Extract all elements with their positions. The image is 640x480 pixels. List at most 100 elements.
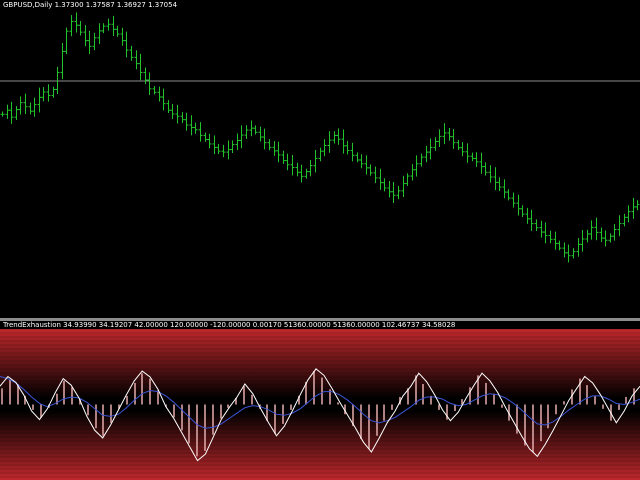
price-bar [580, 229, 585, 252]
histogram-bar [540, 404, 542, 442]
price-bar [193, 122, 198, 134]
price-bar [78, 21, 83, 36]
price-bar [576, 238, 581, 257]
price-bar [212, 135, 217, 155]
price-bar [318, 147, 323, 162]
price-bar [562, 242, 567, 258]
histogram-bar [485, 382, 487, 405]
price-bar [534, 219, 539, 232]
price-bar [226, 140, 231, 160]
price-bar [74, 12, 79, 33]
indicator-label: TrendExhaustion 34.93990 34.19207 42.000… [3, 321, 456, 329]
price-bar [557, 240, 562, 251]
price-bar [152, 85, 157, 95]
price-bar [594, 217, 599, 241]
price-bar [483, 162, 488, 176]
price-bar [502, 179, 507, 199]
histogram-bar [493, 393, 495, 405]
price-bar [488, 165, 493, 183]
histogram-bar [141, 373, 143, 405]
price-bar [5, 104, 10, 119]
price-bar [460, 142, 465, 157]
price-bar [216, 143, 221, 154]
price-bar [585, 229, 590, 243]
histogram-bar [71, 387, 73, 405]
symbol-label: GBPUSD,Daily [3, 1, 53, 9]
histogram-bar [563, 401, 565, 405]
price-bar [506, 189, 511, 201]
price-bar [635, 200, 640, 211]
price-bar [571, 248, 576, 259]
price-bar [129, 45, 134, 61]
histogram-bar [95, 404, 97, 429]
histogram-bar [1, 388, 3, 405]
price-bar [405, 173, 410, 186]
price-bar [64, 27, 69, 55]
histogram-bar [532, 404, 534, 452]
price-bar [525, 207, 530, 224]
price-bar [612, 223, 617, 241]
histogram-bar [290, 404, 292, 410]
price-bar [304, 168, 309, 179]
price-bar [14, 106, 19, 120]
price-bar [221, 144, 226, 158]
histogram-bar [134, 382, 136, 405]
price-bar [189, 115, 194, 136]
histogram-bar [9, 379, 11, 405]
price-bar [175, 104, 180, 124]
price-bar [428, 138, 433, 160]
price-bar [497, 177, 502, 191]
price-bar [9, 101, 14, 124]
indicator-pane[interactable]: TrendExhaustion 34.93990 34.19207 42.000… [0, 321, 640, 480]
price-bar [69, 15, 74, 37]
histogram-bar [102, 404, 104, 436]
histogram-bar [594, 395, 596, 405]
price-bar [373, 166, 378, 183]
histogram-bar [555, 404, 557, 415]
price-bar [529, 209, 534, 231]
price-bar [138, 53, 143, 81]
price-bar [230, 140, 235, 153]
price-bar [276, 141, 281, 163]
upper-band [0, 329, 640, 399]
price-bar [327, 131, 332, 153]
price-bar [419, 153, 424, 167]
price-bar [272, 141, 277, 156]
price-bar [244, 125, 249, 140]
ohlc-label: 1.37300 1.37587 1.36927 1.37054 [54, 1, 178, 9]
price-bar [23, 93, 28, 115]
price-bar [589, 220, 594, 240]
histogram-bar [220, 404, 222, 419]
price-bar [368, 164, 373, 176]
price-bar [401, 175, 406, 197]
histogram-bar [212, 404, 214, 435]
price-bar [239, 125, 244, 149]
price-bar [599, 227, 604, 242]
price-bar [474, 152, 479, 167]
price-bar [46, 84, 51, 102]
price-bar [626, 205, 631, 223]
price-bar [391, 182, 396, 204]
price-bar [147, 72, 152, 95]
histogram-bar [313, 371, 315, 405]
price-bar [308, 160, 313, 177]
histogram-bar [87, 404, 89, 416]
price-bar [166, 100, 171, 114]
price-bar [350, 142, 355, 162]
chart-window[interactable]: GBPUSD,Daily 1.37300 1.37587 1.36927 1.3… [0, 0, 640, 480]
price-bar [548, 230, 553, 244]
histogram-bar [383, 404, 385, 421]
histogram-bar [188, 404, 190, 444]
price-bar [184, 112, 189, 131]
price-bar [124, 31, 129, 58]
price-bar [262, 128, 267, 150]
price-bar [313, 150, 318, 173]
price-bar [157, 86, 162, 102]
price-bar [106, 18, 111, 31]
price-bar [336, 128, 341, 145]
price-chart-pane[interactable]: GBPUSD,Daily 1.37300 1.37587 1.36927 1.3… [0, 0, 640, 318]
price-bar [378, 168, 383, 190]
histogram-bar [40, 404, 42, 418]
histogram-bar [337, 402, 339, 405]
price-bar [134, 50, 139, 70]
